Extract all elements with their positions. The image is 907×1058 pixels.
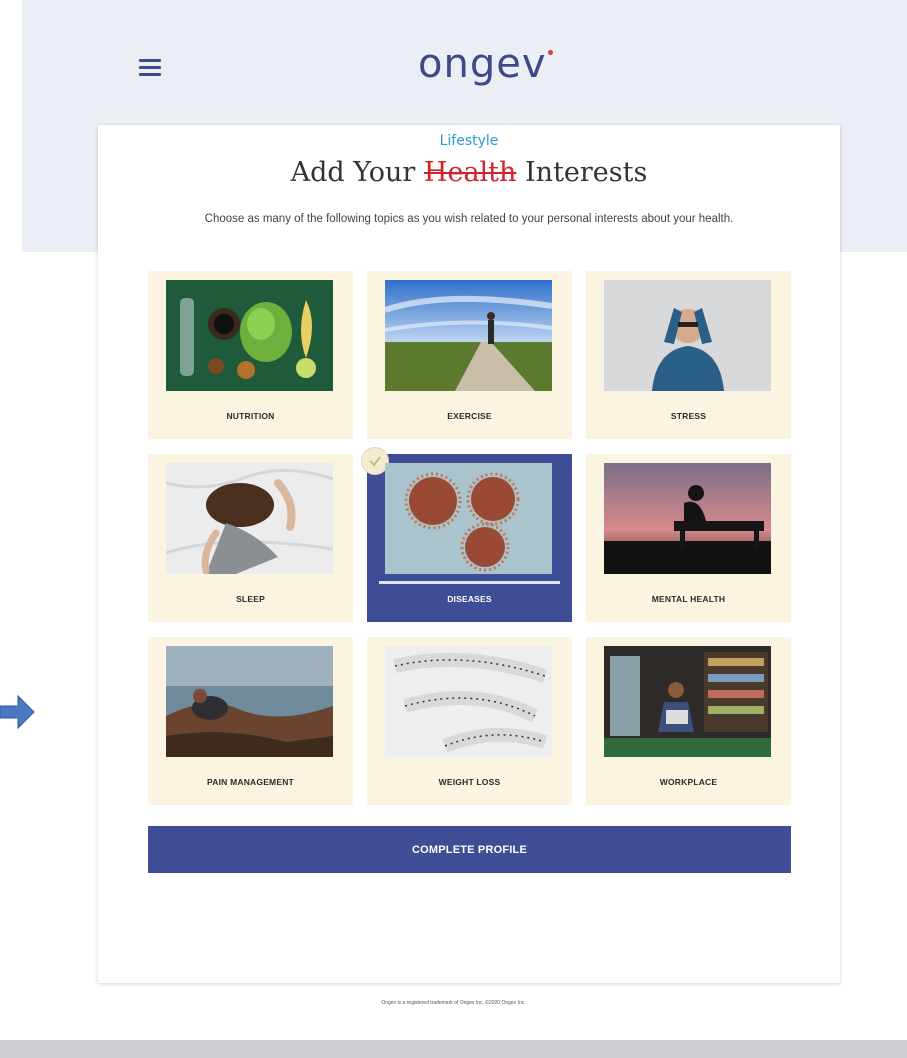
topic-tile-stress[interactable]: STRESS [586,271,791,439]
topic-tile-nutrition[interactable]: NUTRITION [148,271,353,439]
weight-loss-photo [385,646,552,757]
topic-tile-mental-health[interactable]: MENTAL HEALTH [586,454,791,622]
ongev-logo[interactable]: ongev [418,36,553,92]
topic-label: STRESS [670,411,707,421]
mental-health-photo [604,463,771,574]
selected-underline [379,581,560,584]
stress-photo [604,280,771,391]
topic-label: WORKPLACE [659,777,718,787]
page-subtitle: Choose as many of the following topics a… [204,213,734,225]
title-suffix: Interests [525,157,648,188]
topic-label: PAIN MANAGEMENT [207,777,294,787]
title-prefix: Add Your [290,157,416,188]
topics-grid: NUTRITION EXERCISE STRESS SLEEP DISEASES… [148,271,791,805]
topic-label: WEIGHT LOSS [438,777,501,787]
nutrition-photo [166,280,333,391]
footer-trademark-note: Ongev is a registered trademark of Ongev… [381,1000,526,1006]
title-struck-word: Health [423,157,517,188]
pain-management-photo [166,646,333,757]
topic-tile-diseases[interactable]: DISEASES [361,447,572,622]
topic-label: NUTRITION [226,411,275,421]
page-title: Add Your Health Interests [98,157,840,188]
diseases-photo [385,463,552,574]
topic-label: EXERCISE [447,411,492,421]
topic-tile-weight-loss[interactable]: WEIGHT LOSS [367,637,572,805]
exercise-photo [385,280,552,391]
topic-label: MENTAL HEALTH [651,594,726,604]
hamburger-menu-icon[interactable] [139,59,161,77]
topic-tile-pain-management[interactable]: PAIN MANAGEMENT [148,637,353,805]
topic-tile-workplace[interactable]: WORKPLACE [586,637,791,805]
logo-text: ongev [418,41,547,87]
topic-label: DISEASES [447,594,492,604]
arrow-right-icon [0,694,35,730]
workplace-photo [604,646,771,757]
topic-label: SLEEP [236,594,265,604]
title-replacement-word: Lifestyle [439,133,499,149]
complete-profile-button[interactable]: COMPLETE PROFILE [148,826,791,873]
footer-bar [0,1040,907,1058]
topic-tile-sleep[interactable]: SLEEP [148,454,353,622]
logo-dot-icon [547,50,553,55]
interests-card: Lifestyle Add Your Health Interests Choo… [98,125,840,983]
topic-tile-exercise[interactable]: EXERCISE [367,271,572,439]
sleep-photo [166,463,333,574]
